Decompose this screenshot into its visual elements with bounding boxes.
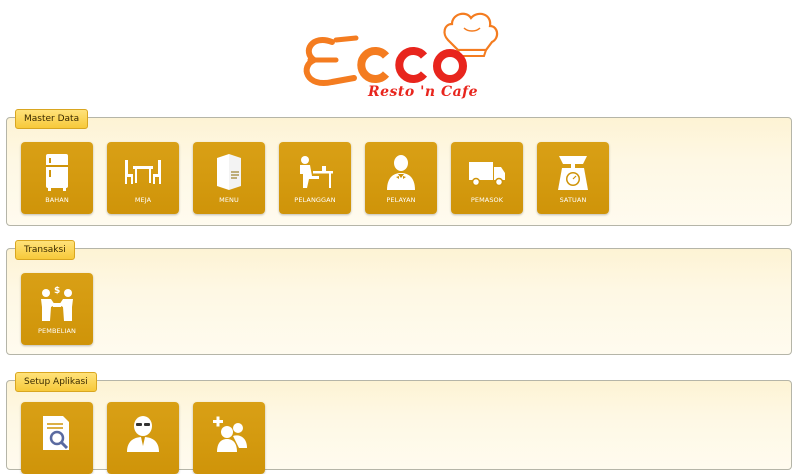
logo-letters [303, 35, 467, 87]
setup-aplikasi-title: Setup Aplikasi [15, 372, 97, 392]
setup-aplikasi-panel: Setup Aplikasi [6, 372, 792, 474]
tile-bahan[interactable]: BAHAN [21, 142, 93, 214]
add-users-icon [213, 416, 247, 452]
refrigerator-icon [46, 154, 68, 191]
tile-meja[interactable]: MEJA [107, 142, 179, 214]
transaksi-panel: Transaksi $ PEMBELIAN [6, 240, 792, 355]
tile-label: MENU [219, 196, 239, 204]
user-profile-icon [127, 416, 159, 452]
delivery-truck-icon [469, 162, 505, 187]
tile-satuan[interactable]: SATUAN [537, 142, 609, 214]
brand-logo: Resto 'n Cafe [296, 4, 506, 108]
tile-pemasok[interactable]: PEMASOK [451, 142, 523, 214]
tile-menu[interactable]: MENU [193, 142, 265, 214]
master-data-title: Master Data [15, 109, 89, 129]
tile-add-users[interactable] [193, 402, 265, 474]
logo-tagline: Resto 'n Cafe [368, 84, 479, 100]
svg-text:$: $ [54, 286, 60, 296]
tile-document-search[interactable] [21, 402, 93, 474]
customer-at-table-icon [300, 156, 333, 188]
tile-pelayan[interactable]: PELAYAN [365, 142, 437, 214]
tile-label: PELAYAN [386, 196, 416, 204]
tile-label: PELANGGAN [294, 196, 336, 204]
transaksi-title: Transaksi [15, 240, 75, 260]
purchase-exchange-icon: $ [41, 286, 73, 321]
master-data-panel: Master Data BAHAN MEJA MENU PELANGGAN PE… [6, 109, 792, 226]
tile-user-profile[interactable] [107, 402, 179, 474]
table-chairs-icon [125, 160, 161, 184]
tile-label: MEJA [134, 196, 152, 204]
document-search-icon [43, 416, 69, 450]
menu-book-icon [217, 154, 241, 190]
weighing-scale-icon [558, 156, 588, 190]
waiter-icon [387, 155, 415, 190]
tile-pembelian[interactable]: $ PEMBELIAN [21, 273, 93, 345]
tile-label: SATUAN [559, 196, 587, 204]
tile-label: PEMBELIAN [38, 327, 76, 335]
logo-graphic [303, 12, 499, 87]
tile-pelanggan[interactable]: PELANGGAN [279, 142, 351, 214]
tile-label: BAHAN [45, 196, 69, 204]
tile-label: PEMASOK [470, 196, 504, 204]
